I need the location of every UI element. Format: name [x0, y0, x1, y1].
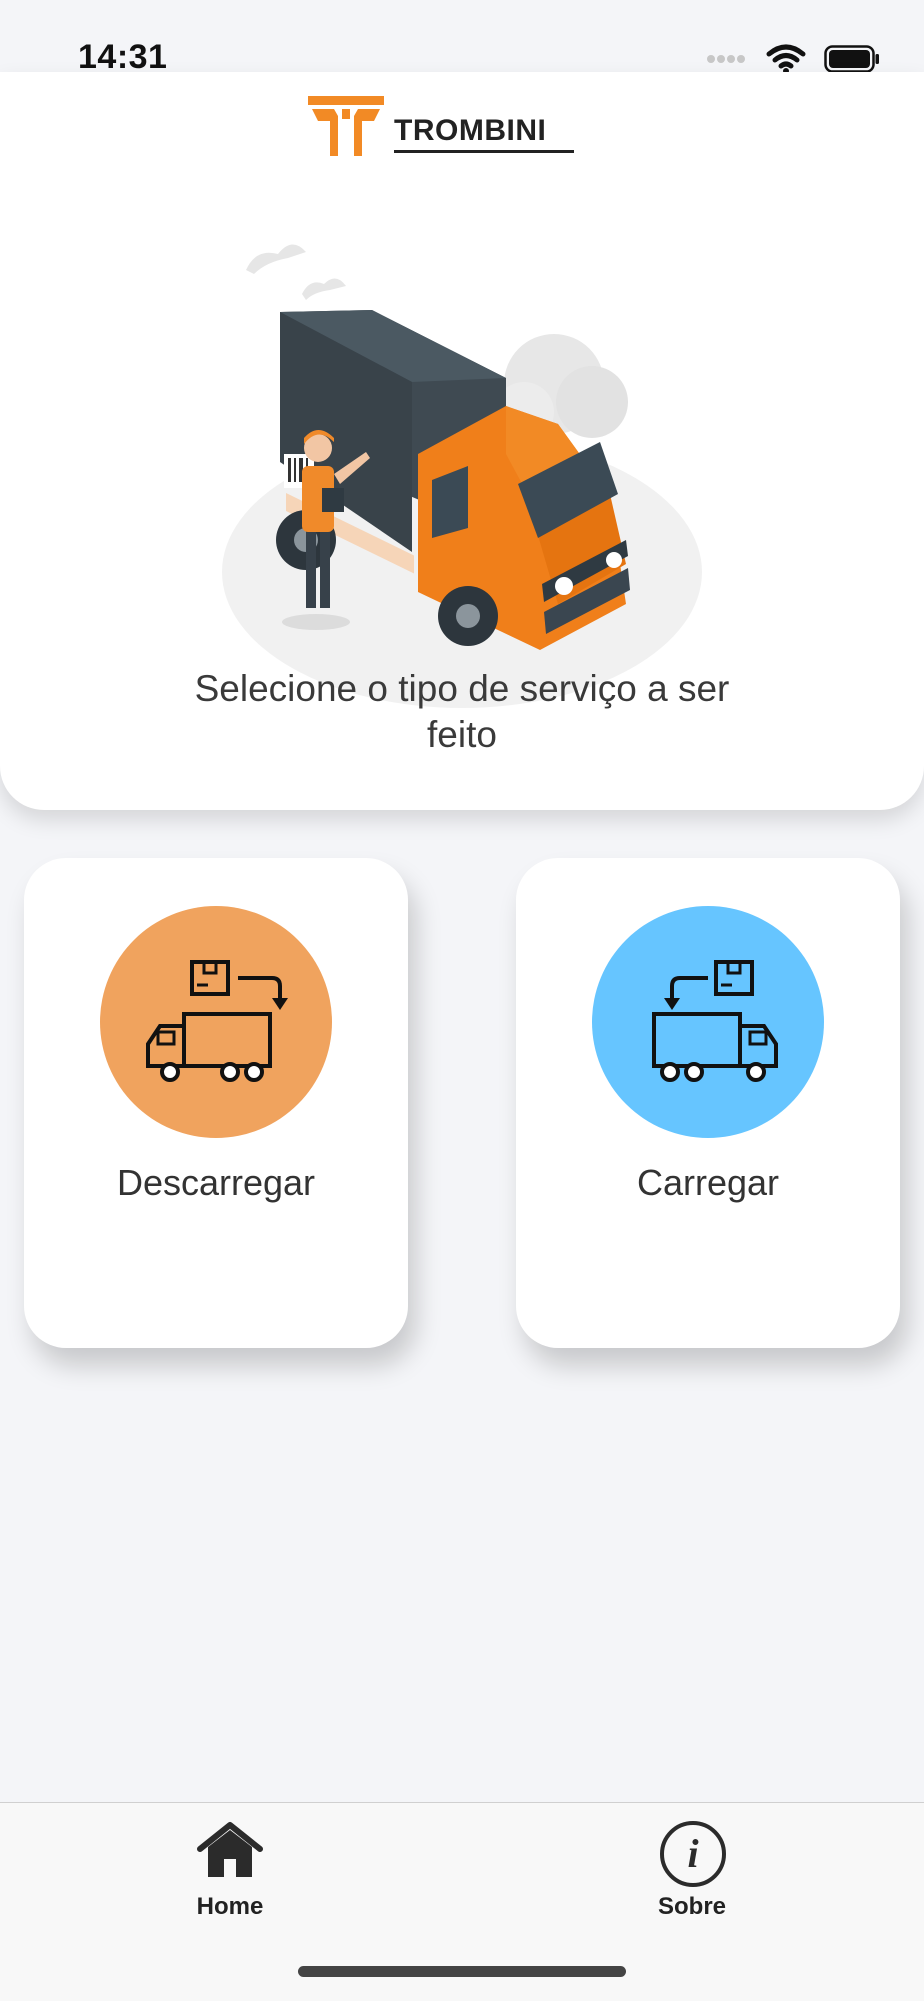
tab-home[interactable]: Home — [160, 1821, 300, 1931]
load-icon-circle — [592, 906, 824, 1138]
tab-about[interactable]: i Sobre — [622, 1821, 762, 1931]
brand-underline — [394, 150, 574, 153]
truck-unload-icon — [146, 960, 288, 1082]
brand-logo: TROMBINI — [308, 94, 578, 160]
unload-service-card[interactable]: Descarregar — [24, 858, 408, 1348]
wifi-icon — [766, 44, 806, 74]
trombini-logo-icon — [308, 96, 384, 156]
load-service-card[interactable]: Carregar — [516, 858, 900, 1348]
home-icon — [197, 1822, 263, 1877]
delivery-truck-illustration — [222, 244, 702, 708]
info-icon: i — [660, 1821, 726, 1887]
brand-name: TROMBINI — [394, 114, 547, 147]
service-prompt: Selecione o tipo de serviço a ser feito — [194, 668, 730, 755]
load-label: Carregar — [636, 1162, 780, 1203]
truck-load-icon — [652, 960, 778, 1082]
tab-about-label: Sobre — [657, 1893, 726, 1920]
home-indicator — [298, 1966, 626, 1977]
signal-icon — [707, 55, 745, 63]
unload-icon-circle — [100, 906, 332, 1138]
status-icons — [706, 44, 880, 74]
battery-icon — [824, 45, 879, 73]
svg-text:i: i — [687, 1831, 698, 1876]
tab-home-label: Home — [196, 1893, 264, 1920]
hero-card: TROMBINI Selecione o tipo de serviço a s… — [0, 72, 924, 810]
unload-label: Descarregar — [116, 1162, 316, 1203]
status-bar: 14:31 — [0, 0, 924, 76]
